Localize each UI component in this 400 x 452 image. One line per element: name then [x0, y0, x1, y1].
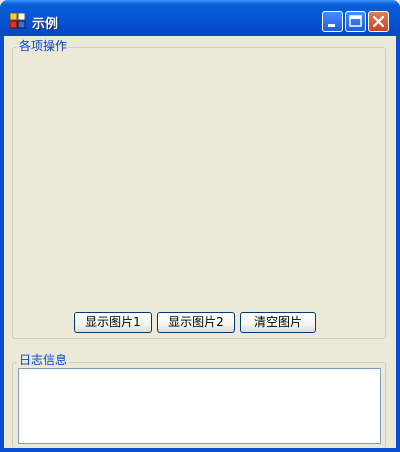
clear-image-button[interactable]: 清空图片	[240, 312, 316, 333]
show-image-1-button[interactable]: 显示图片1	[74, 312, 152, 333]
maximize-button[interactable]	[345, 11, 366, 32]
operations-group-label: 各项操作	[17, 39, 70, 53]
close-icon	[372, 15, 385, 28]
title-bar[interactable]: 示例	[0, 0, 400, 36]
operations-groupbox	[12, 47, 386, 339]
log-group-label: 日志信息	[17, 353, 70, 367]
app-window-icon	[10, 13, 26, 29]
close-button[interactable]	[368, 11, 389, 32]
minimize-button[interactable]	[322, 11, 343, 32]
window-title: 示例	[32, 17, 59, 32]
maximize-icon	[349, 15, 362, 27]
client-area: 各项操作 显示图片1 显示图片2 清空图片 日志信息	[4, 36, 396, 448]
log-textbox[interactable]	[18, 368, 381, 444]
minimize-icon	[328, 24, 335, 27]
show-image-2-button[interactable]: 显示图片2	[157, 312, 235, 333]
app-window: 示例 各项操作 显示图片1 显示图片2 清空图片 日志信息	[0, 0, 400, 452]
